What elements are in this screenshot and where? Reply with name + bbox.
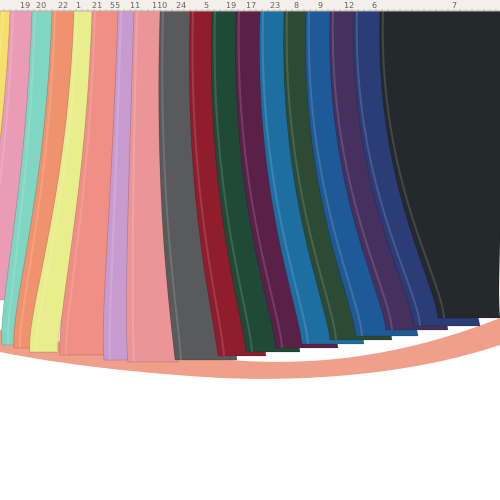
ruler-label: 6 xyxy=(372,1,377,10)
ruler-label: 9 xyxy=(318,1,323,10)
ruler-label: 24 xyxy=(176,1,186,10)
ruler-label: 11 xyxy=(130,1,140,10)
ruler-label: 19 xyxy=(226,1,236,10)
ruler-label: 17 xyxy=(246,1,256,10)
ruler-label: 23 xyxy=(270,1,280,10)
fabric-swatch-photo: 19 20 22 1 21 55 11 110 24 5 19 17 23 8 9 12 6 7 xyxy=(0,0,500,500)
ruler-label: 55 xyxy=(110,1,120,10)
ruler-label: 7 xyxy=(452,1,457,10)
ruler-label: 110 xyxy=(152,1,167,10)
ruler-label: 5 xyxy=(204,1,209,10)
swatch-strips xyxy=(0,10,500,363)
ruler-label: 20 xyxy=(36,1,46,10)
fabric-swatch-image: 19 20 22 1 21 55 11 110 24 5 19 17 23 8 9 12 6 7 xyxy=(0,0,500,500)
ruler-label: 22 xyxy=(58,1,68,10)
ruler-label: 21 xyxy=(92,1,102,10)
ruler-label: 8 xyxy=(294,1,299,10)
ruler-label: 19 xyxy=(20,1,30,10)
ruler-label: 1 xyxy=(76,1,81,10)
ruler-label: 12 xyxy=(344,1,354,10)
